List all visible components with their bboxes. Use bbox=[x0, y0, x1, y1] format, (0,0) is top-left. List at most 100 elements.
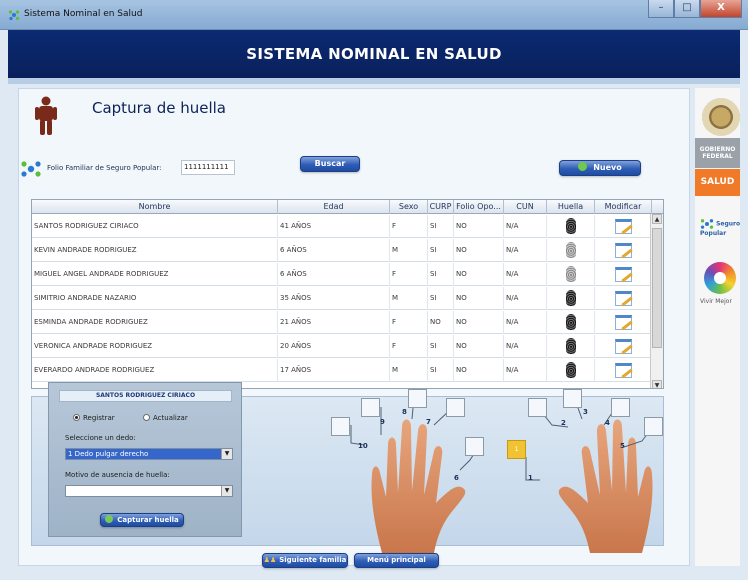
finger-box-7[interactable] bbox=[446, 398, 465, 417]
col-cun[interactable]: CUN bbox=[504, 200, 547, 214]
cell-nombre: ESMINDA ANDRADE RODRIGUEZ bbox=[32, 311, 278, 334]
cell-modificar[interactable] bbox=[595, 287, 652, 310]
nuevo-button[interactable]: Nuevo bbox=[559, 160, 641, 176]
motivo-select[interactable]: ▼ bbox=[65, 485, 233, 497]
col-nombre[interactable]: Nombre bbox=[32, 200, 278, 214]
edit-icon[interactable] bbox=[614, 291, 632, 306]
edit-icon[interactable] bbox=[614, 243, 632, 258]
radio-registrar[interactable]: Registrar bbox=[73, 414, 115, 422]
capturar-huella-button[interactable]: Capturar huella bbox=[100, 513, 184, 527]
table-row[interactable]: MIGUEL ANGEL ANDRADE RODRIGUEZ 6 AÑOS F SI N… bbox=[32, 263, 652, 286]
cell-folio: NO bbox=[454, 359, 504, 382]
fingerprint-icon[interactable] bbox=[565, 242, 576, 258]
selected-person-name: SANTOS RODRIGUEZ CIRIACO bbox=[59, 390, 232, 402]
cell-modificar[interactable] bbox=[595, 263, 652, 286]
finger-box-10[interactable] bbox=[331, 417, 350, 436]
table-row[interactable]: SANTOS RODRIGUEZ CIRIACO 41 AÑOS F SI NO N/A bbox=[32, 215, 652, 238]
cell-folio: NO bbox=[454, 287, 504, 310]
edit-icon[interactable] bbox=[614, 363, 632, 378]
cell-cun: N/A bbox=[504, 239, 547, 262]
fingerprint-icon[interactable] bbox=[565, 362, 576, 378]
finger-box-8[interactable] bbox=[408, 389, 427, 408]
col-folio[interactable]: Folio Opo... bbox=[454, 200, 504, 214]
fingerprint-icon[interactable] bbox=[565, 314, 576, 330]
table-scrollbar[interactable]: ▲ ▼ bbox=[650, 214, 663, 388]
cell-huella[interactable] bbox=[547, 287, 595, 310]
folio-input[interactable]: 1111111111 bbox=[181, 160, 235, 175]
table-row[interactable]: VERONICA ANDRADE RODRIGUEZ 20 AÑOS F SI NO N/… bbox=[32, 335, 652, 358]
cell-modificar[interactable] bbox=[595, 335, 652, 358]
cell-edad: 6 AÑOS bbox=[278, 263, 390, 286]
close-button[interactable]: X bbox=[700, 0, 742, 18]
cell-cun: N/A bbox=[504, 287, 547, 310]
add-icon bbox=[578, 162, 588, 171]
table-row[interactable]: SIMITRIO ANDRADE NAZARIO 35 AÑOS M SI NO N/A bbox=[32, 287, 652, 310]
cell-edad: 35 AÑOS bbox=[278, 287, 390, 310]
cell-cun: N/A bbox=[504, 335, 547, 358]
col-huella[interactable]: Huella bbox=[547, 200, 595, 214]
app-header: SISTEMA NOMINAL EN SALUD bbox=[8, 30, 740, 78]
col-sexo[interactable]: Sexo bbox=[390, 200, 428, 214]
fingerprint-icon[interactable] bbox=[565, 338, 576, 354]
table-row[interactable]: KEVIN ANDRADE RODRIGUEZ 6 AÑOS M SI NO N/A bbox=[32, 239, 652, 262]
cell-huella[interactable] bbox=[547, 335, 595, 358]
fingerprint-icon[interactable] bbox=[565, 218, 576, 234]
fingerprint-icon[interactable] bbox=[565, 266, 576, 282]
cell-nombre: MIGUEL ANGEL ANDRADE RODRIGUEZ bbox=[32, 263, 278, 286]
cell-curp: SI bbox=[428, 239, 454, 262]
cell-huella[interactable] bbox=[547, 239, 595, 262]
radio-registrar-label: Registrar bbox=[83, 414, 115, 422]
cell-modificar[interactable] bbox=[595, 359, 652, 382]
siguiente-familia-button[interactable]: ♟♟ Siguiente familia bbox=[262, 553, 348, 568]
cell-huella[interactable] bbox=[547, 215, 595, 238]
finger-box-1[interactable]: 1 bbox=[507, 440, 526, 459]
cell-huella[interactable] bbox=[547, 263, 595, 286]
table-row[interactable]: ESMINDA ANDRADE RODRIGUEZ 21 AÑOS F NO NO N/A bbox=[32, 311, 652, 334]
vivir-mejor-text: Vivir Mejor bbox=[700, 298, 732, 305]
chevron-down-icon[interactable]: ▼ bbox=[221, 486, 232, 496]
col-modificar[interactable]: Modificar bbox=[595, 200, 652, 214]
gobierno-federal-logo: GOBIERNO FEDERAL bbox=[695, 138, 740, 168]
maximize-button[interactable]: □ bbox=[674, 0, 700, 18]
finger-num-2: 2 bbox=[561, 419, 566, 427]
col-edad[interactable]: Edad bbox=[278, 200, 390, 214]
edit-icon[interactable] bbox=[614, 339, 632, 354]
finger-box-5[interactable] bbox=[644, 417, 663, 436]
cell-modificar[interactable] bbox=[595, 311, 652, 334]
cell-edad: 20 AÑOS bbox=[278, 335, 390, 358]
col-curp[interactable]: CURP bbox=[428, 200, 454, 214]
folio-label: Folio Familiar de Seguro Popular: bbox=[47, 164, 162, 172]
cell-modificar[interactable] bbox=[595, 215, 652, 238]
minimize-button[interactable]: – bbox=[648, 0, 674, 18]
fingerprint-icon[interactable] bbox=[565, 290, 576, 306]
cell-sexo: F bbox=[390, 311, 428, 334]
finger-box-9[interactable] bbox=[361, 398, 380, 417]
edit-icon[interactable] bbox=[614, 315, 632, 330]
scroll-up-arrow[interactable]: ▲ bbox=[652, 214, 662, 224]
chevron-down-icon[interactable]: ▼ bbox=[221, 449, 232, 459]
finger-num-9: 9 bbox=[380, 418, 385, 426]
cell-folio: NO bbox=[454, 263, 504, 286]
cell-nombre: SIMITRIO ANDRADE NAZARIO bbox=[32, 287, 278, 310]
finger-box-2[interactable] bbox=[528, 398, 547, 417]
scroll-down-arrow[interactable]: ▼ bbox=[652, 380, 662, 388]
table-row[interactable]: EVERARDO ANDRADE RODRIGUEZ 17 AÑOS M SI NO N/… bbox=[32, 359, 652, 382]
cell-modificar[interactable] bbox=[595, 239, 652, 262]
cell-folio: NO bbox=[454, 239, 504, 262]
edit-icon[interactable] bbox=[614, 219, 632, 234]
cell-huella[interactable] bbox=[547, 311, 595, 334]
finger-select-label: Seleccione un dedo: bbox=[65, 434, 136, 442]
buscar-button[interactable]: Buscar bbox=[300, 156, 360, 172]
cell-cun: N/A bbox=[504, 263, 547, 286]
cell-huella[interactable] bbox=[547, 359, 595, 382]
finger-box-4[interactable] bbox=[611, 398, 630, 417]
radio-actualizar-dot bbox=[143, 414, 150, 421]
cell-curp: SI bbox=[428, 287, 454, 310]
edit-icon[interactable] bbox=[614, 267, 632, 282]
menu-principal-button[interactable]: Menú principal bbox=[354, 553, 439, 568]
radio-actualizar[interactable]: Actualizar bbox=[143, 414, 188, 422]
finger-box-3[interactable] bbox=[563, 389, 582, 408]
finger-box-6[interactable] bbox=[465, 437, 484, 456]
finger-select[interactable]: 1 Dedo pulgar derecho ▼ bbox=[65, 448, 233, 460]
scroll-thumb[interactable] bbox=[652, 228, 662, 348]
